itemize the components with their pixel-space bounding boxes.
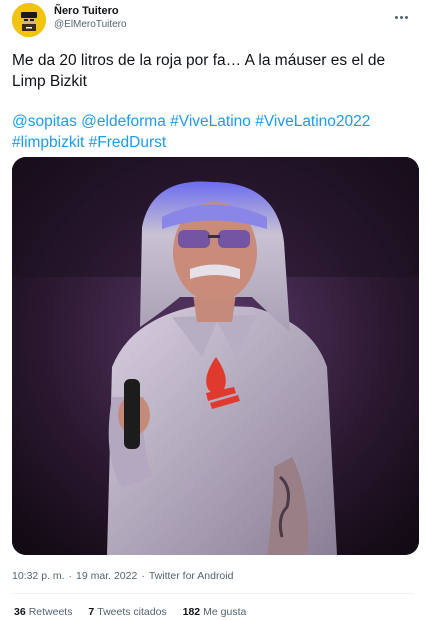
mention-sopitas[interactable]: @sopitas [12,113,77,130]
tweet-source[interactable]: Twitter for Android [149,570,234,582]
avatar-icon [12,3,46,37]
tweet-header: Ñero Tuitero @ElMeroTuitero [12,0,414,42]
retweets-stat[interactable]: 36 Retweets [14,606,72,618]
tweet-date[interactable]: 19 mar. 2022 [76,570,137,582]
tweet-text-line: Limp Bizkit [12,73,87,90]
hashtag-vivelatino[interactable]: #ViveLatino [170,113,251,130]
hashtag-vivelatino2022[interactable]: #ViveLatino2022 [255,113,370,130]
quotes-count: 7 [88,606,95,618]
tweet-stats: 36 Retweets 7 Tweets citados 182 Me gusta [14,606,259,618]
meta-separator: · [141,570,145,582]
mention-eldeforma[interactable]: @eldeforma [81,113,166,130]
divider [12,593,414,594]
hashtag-limpbizkit[interactable]: #limpbizkit [12,134,84,151]
hashtag-line: #limpbizkit #FredDurst [12,132,414,153]
retweets-label: Retweets [28,606,73,618]
tweet-text-line: Me da 20 litros de la roja por fa… A la … [12,52,386,69]
display-name[interactable]: Ñero Tuitero [54,4,127,18]
tweet-text: Me da 20 litros de la roja por fa… A la … [12,50,414,153]
avatar[interactable] [12,3,46,37]
likes-stat[interactable]: 182 Me gusta [183,606,247,618]
author-names[interactable]: Ñero Tuitero @ElMeroTuitero [54,4,127,31]
tweet-media[interactable] [12,157,419,555]
tweet-meta: 10:32 p. m. · 19 mar. 2022 · Twitter for And… [12,570,233,582]
hashtag-line: @sopitas @eldeforma #ViveLatino #ViveLat… [12,111,414,132]
quotes-label: Tweets citados [97,606,167,618]
likes-count: 182 [182,606,201,618]
hashtag-freddurst[interactable]: #FredDurst [89,134,167,151]
handle[interactable]: @ElMeroTuitero [54,18,127,31]
retweets-count: 36 [14,606,26,618]
meta-separator: · [68,570,73,582]
likes-label: Me gusta [203,606,247,618]
more-options-icon[interactable] [394,6,414,20]
media-photo [12,157,419,555]
tweet-time[interactable]: 10:32 p. m. [12,570,65,582]
quotes-stat[interactable]: 7 Tweets citados [88,606,166,618]
